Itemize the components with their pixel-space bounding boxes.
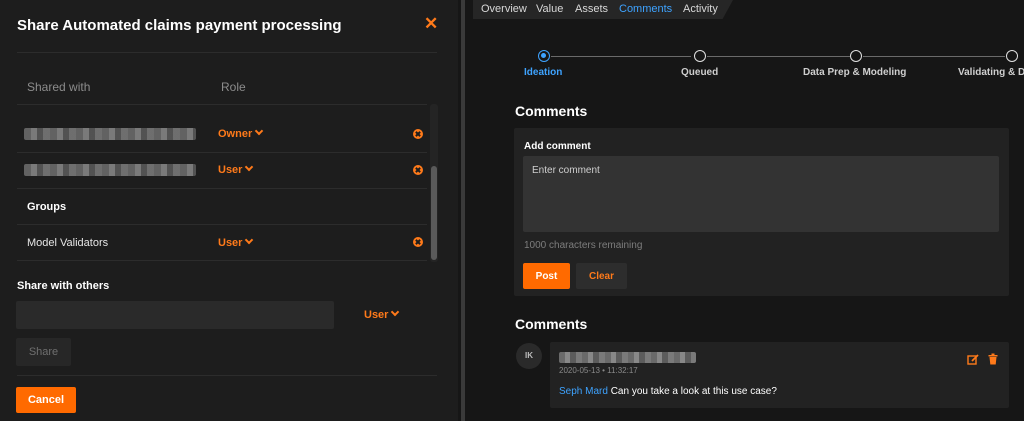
divider [17,375,437,376]
step-label-queued: Queued [681,67,719,78]
remove-icon[interactable] [413,129,423,139]
step-dot-validating[interactable] [1006,50,1018,62]
scrollbar-thumb[interactable] [431,166,437,260]
share-input[interactable] [16,301,334,329]
step-label-validating: Validating & D [958,67,1024,78]
role-label: Owner [218,128,253,140]
divider [17,152,427,153]
comment-author-redacted [559,352,696,363]
step-connector [863,56,1005,57]
divider [17,104,427,105]
step-dot-queued[interactable] [694,50,706,62]
mention-link[interactable]: Seph Mard [559,386,608,397]
role-label: User [364,309,389,321]
remove-icon[interactable] [413,237,423,247]
step-dot-data-prep[interactable] [850,50,862,62]
avatar: IK [516,343,542,369]
chevron-down-icon [245,162,254,172]
step-connector [551,56,691,57]
edit-icon[interactable] [967,353,979,365]
comment-textarea[interactable] [523,156,999,232]
modal-title: Share Automated claims payment processin… [17,17,342,34]
member-name-redacted [24,164,196,176]
comment-timestamp: 2020-05-13 • 11:32:17 [559,366,638,375]
chars-remaining: 1000 characters remaining [524,240,643,251]
tab-assets[interactable]: Assets [575,3,608,15]
comment-message: Can you take a look at this use case? [610,386,777,397]
group-name: Model Validators [27,237,109,249]
role-dropdown-group[interactable]: User [218,235,254,249]
chevron-down-icon [391,307,400,317]
share-role-dropdown[interactable]: User [364,307,400,321]
cancel-button[interactable]: Cancel [16,387,76,413]
share-with-others-heading: Share with others [17,280,110,292]
step-label-ideation: Ideation [524,67,563,78]
role-dropdown-owner[interactable]: Owner [218,126,264,140]
comments-list-heading: Comments [515,316,588,332]
role-label: User [218,237,243,249]
divider [17,188,427,189]
comments-heading: Comments [515,103,588,119]
use-case-panel: Overview Value Assets Comments Activity … [465,0,1024,421]
role-label: User [218,164,243,176]
share-button[interactable]: Share [16,338,71,366]
step-label-data-prep: Data Prep & Modeling [803,67,907,78]
chevron-down-icon [245,235,254,245]
clear-button[interactable]: Clear [576,263,627,289]
groups-heading: Groups [27,201,67,213]
divider [17,224,427,225]
chevron-down-icon [254,126,264,136]
member-name-redacted [24,128,196,140]
remove-icon[interactable] [413,165,423,175]
tab-overview[interactable]: Overview [481,3,527,15]
divider [17,260,427,261]
post-button[interactable]: Post [523,263,570,289]
tab-value[interactable]: Value [536,3,563,15]
share-modal: Share Automated claims payment processin… [0,0,458,421]
role-dropdown-user[interactable]: User [218,162,254,176]
column-header-role: Role [221,80,246,94]
close-icon[interactable]: ✕ [424,15,438,32]
tab-activity[interactable]: Activity [683,3,718,15]
comment-text: Seph Mard Can you take a look at this us… [559,386,777,397]
column-header-shared-with: Shared with [27,80,91,94]
trash-icon[interactable] [987,353,999,365]
divider [17,52,437,53]
tab-comments[interactable]: Comments [619,3,672,15]
step-connector [707,56,850,57]
step-dot-ideation[interactable] [538,50,550,62]
add-comment-label: Add comment [524,141,591,152]
